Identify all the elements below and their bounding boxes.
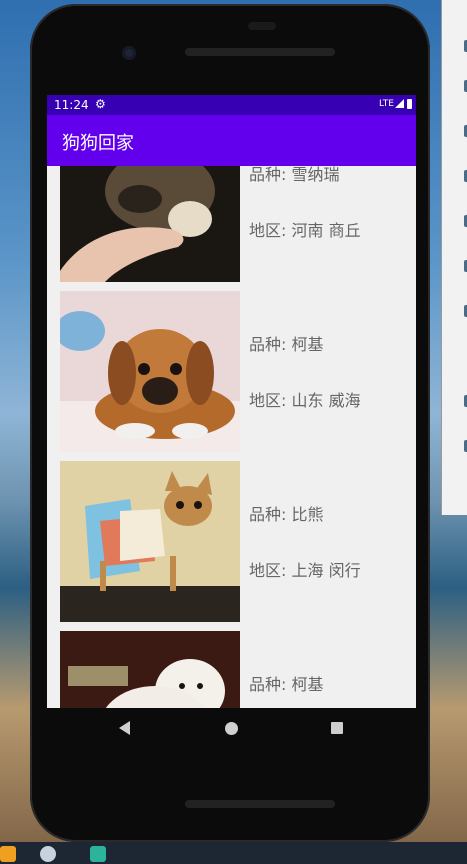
breed-label: 品种: 柯基 (249, 675, 324, 694)
list-item[interactable]: 品种: 比熊 地区: 上海 闵行 (47, 461, 416, 631)
app-title: 狗狗回家 (62, 133, 134, 154)
breed-label: 品种: 比熊 (249, 505, 324, 524)
breed-label: 品种: 柯基 (249, 335, 324, 354)
bottom-speaker (185, 800, 335, 808)
signal-icon (395, 99, 404, 108)
earpiece-speaker (185, 48, 335, 56)
taskbar (0, 842, 467, 864)
dog-photo (60, 166, 240, 282)
dog-photo (60, 461, 240, 622)
region-label: 地区: 河南 商丘 (249, 221, 361, 240)
back-icon[interactable] (119, 721, 130, 735)
sensor (248, 22, 276, 30)
phone-screen: 11:24 ⚙ LTE 狗狗回家 品种: 雪纳瑞 地区: 河南 商丘 品种: 柯… (47, 95, 416, 708)
list-item[interactable]: 品种: 柯基 (47, 631, 416, 708)
home-icon[interactable] (225, 722, 238, 735)
app-bar: 狗狗回家 (47, 115, 416, 166)
front-camera (122, 46, 136, 60)
region-label: 地区: 山东 威海 (249, 391, 361, 410)
recents-icon[interactable] (331, 722, 343, 734)
dog-photo (60, 631, 240, 708)
battery-icon (407, 99, 412, 109)
dog-list[interactable]: 品种: 雪纳瑞 地区: 河南 商丘 品种: 柯基 地区: 山东 威海 品种: 比… (47, 166, 416, 708)
status-bar: 11:24 ⚙ LTE (47, 95, 416, 115)
region-label: 地区: 上海 闵行 (249, 561, 361, 580)
list-item[interactable]: 品种: 雪纳瑞 地区: 河南 商丘 (47, 166, 416, 291)
gear-icon: ⚙ (95, 97, 106, 111)
app-icon[interactable] (0, 846, 16, 862)
android-nav-bar (47, 708, 416, 750)
app-icon[interactable] (90, 846, 106, 862)
network-label: LTE (379, 99, 394, 109)
app-icon[interactable] (40, 846, 56, 862)
list-item[interactable]: 品种: 柯基 地区: 山东 威海 (47, 291, 416, 461)
status-time: 11:24 (54, 98, 89, 112)
dog-photo (60, 291, 240, 452)
breed-label: 品种: 雪纳瑞 (249, 166, 340, 184)
side-panel (441, 0, 467, 515)
